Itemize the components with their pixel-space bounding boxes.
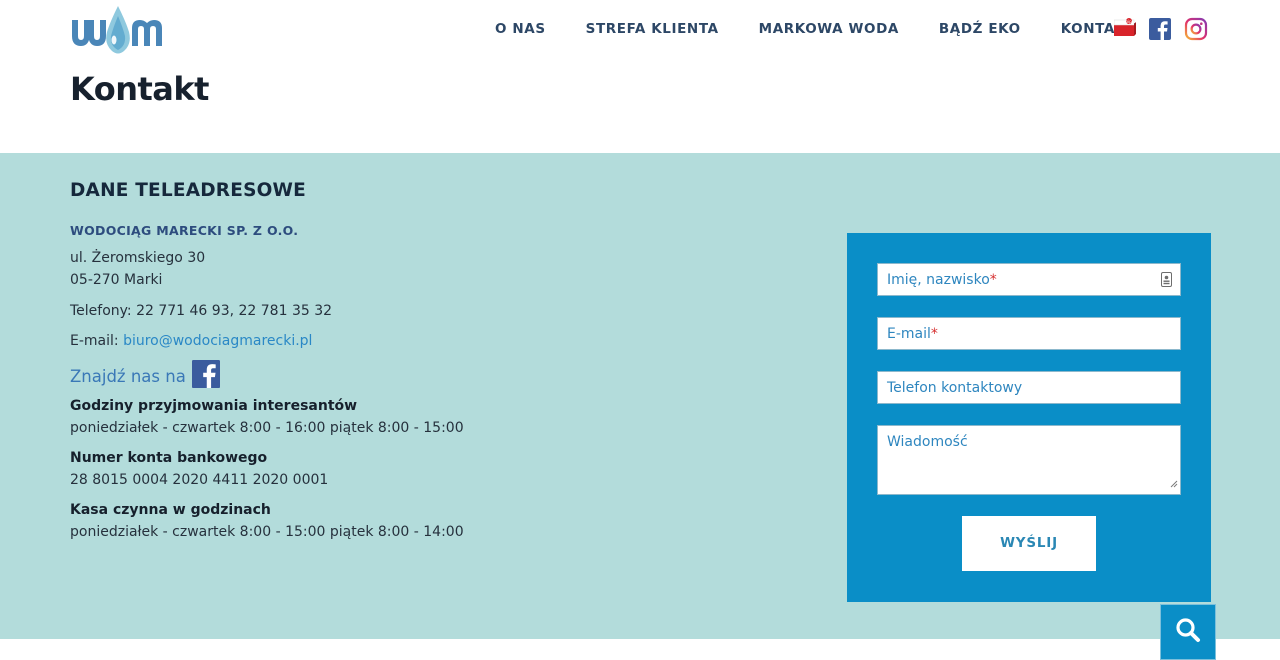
nav-link-badz-eko[interactable]: BĄDŹ EKO xyxy=(939,21,1021,37)
nav-link-markowa-woda[interactable]: MARKOWA WODA xyxy=(759,21,899,37)
account-title: Numer konta bankowego xyxy=(70,450,268,466)
social-links: bip xyxy=(1113,17,1208,46)
account-number: 28 8015 0004 2020 4411 2020 0001 xyxy=(70,472,329,488)
resize-grip-icon[interactable] xyxy=(1169,476,1178,492)
email-link[interactable]: biuro@wodociagmarecki.pl xyxy=(123,333,312,349)
search-button[interactable] xyxy=(1160,604,1216,660)
submit-button[interactable]: WYŚLIJ xyxy=(962,516,1096,571)
search-icon xyxy=(1175,617,1201,648)
name-field[interactable]: Imię, nazwisko* xyxy=(877,263,1181,296)
company-name: WODOCIĄG MARECKI SP. Z O.O. xyxy=(70,223,299,238)
hours-value: poniedziałek - czwartek 8:00 - 16:00 pią… xyxy=(70,420,464,436)
street-address: ul. Żeromskiego 30 xyxy=(70,250,206,266)
hours-title: Godziny przyjmowania interesantów xyxy=(70,398,358,414)
email-field[interactable]: E-mail* xyxy=(877,317,1181,350)
city-address: 05-270 Marki xyxy=(70,272,163,288)
email-label: E-mail: xyxy=(70,333,124,349)
site-header: O NAS STREFA KLIENTA MARKOWA WODA BĄDŹ E… xyxy=(0,0,1280,60)
required-mark: * xyxy=(930,326,938,342)
message-textarea[interactable]: Wiadomość xyxy=(877,425,1181,495)
phone-placeholder: Telefon kontaktowy xyxy=(887,380,1023,396)
svg-text:bip: bip xyxy=(1126,19,1133,24)
main-nav: O NAS STREFA KLIENTA MARKOWA WODA BĄDŹ E… xyxy=(495,21,1136,37)
email-line: E-mail: biuro@wodociagmarecki.pl xyxy=(70,333,312,349)
contact-card-icon xyxy=(1161,272,1172,291)
wm-logo[interactable] xyxy=(70,6,164,56)
message-placeholder: Wiadomość xyxy=(887,434,968,450)
cash-desk-title: Kasa czynna w godzinach xyxy=(70,502,271,518)
contact-section: DANE TELEADRESOWE WODOCIĄG MARECKI SP. Z… xyxy=(0,153,1280,639)
contact-form: Imię, nazwisko* E-mail* Telefon kontakto… xyxy=(847,233,1211,602)
find-us-facebook[interactable]: Znajdź nas na xyxy=(70,360,220,392)
find-us-label: Znajdź nas na xyxy=(70,366,186,386)
phone-field[interactable]: Telefon kontaktowy xyxy=(877,371,1181,404)
cash-desk-hours: poniedziałek - czwartek 8:00 - 15:00 pią… xyxy=(70,524,464,540)
required-mark: * xyxy=(989,272,997,288)
facebook-icon[interactable] xyxy=(191,360,220,392)
nav-link-o-nas[interactable]: O NAS xyxy=(495,21,546,37)
nav-link-strefa-klienta[interactable]: STREFA KLIENTA xyxy=(586,21,719,37)
instagram-icon[interactable] xyxy=(1184,17,1208,46)
facebook-icon[interactable] xyxy=(1149,18,1171,45)
phone-numbers: Telefony: 22 771 46 93, 22 781 35 32 xyxy=(70,303,333,319)
page-title: Kontakt xyxy=(70,70,209,108)
bip-icon[interactable]: bip xyxy=(1113,18,1136,45)
email-placeholder: E-mail xyxy=(887,326,931,342)
name-placeholder: Imię, nazwisko xyxy=(887,272,990,288)
section-title: DANE TELEADRESOWE xyxy=(70,180,306,201)
